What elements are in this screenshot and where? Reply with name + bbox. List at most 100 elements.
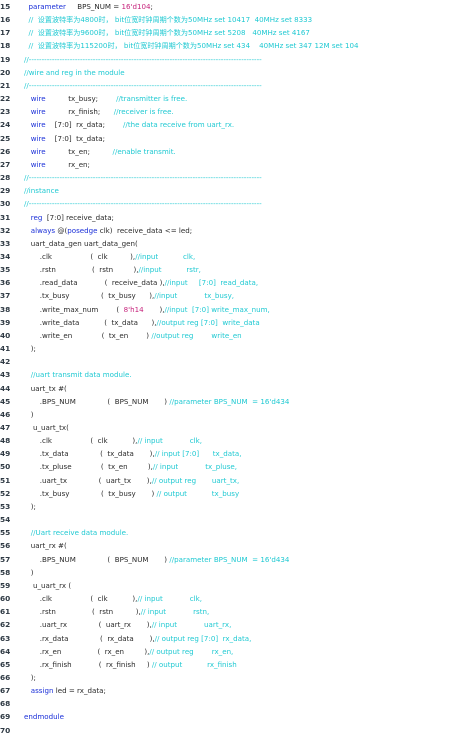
code-line[interactable]: 57 .BPS_NUM ( BPS_NUM ) //parameter BPS_… (0, 553, 453, 566)
code-text[interactable]: //Uart receive data module. (24, 526, 453, 539)
code-line[interactable]: 22 wire tx_busy; //transmitter is free. (0, 92, 453, 105)
code-text[interactable]: .write_en ( tx_en ) //output reg write_e… (24, 329, 453, 342)
code-line[interactable]: 25 wire [7:0] tx_data; (0, 132, 453, 145)
code-line[interactable]: 38 .write_max_num ( 8'h14 ),//input [7:0… (0, 303, 453, 316)
code-text[interactable]: uart_tx #( (24, 382, 453, 395)
code-line[interactable]: 59 u_uart_rx ( (0, 579, 453, 592)
code-text[interactable]: .rx_en ( rx_en ),// output reg rx_en, (24, 645, 453, 658)
code-text[interactable]: .write_max_num ( 8'h14 ),//input [7:0] w… (24, 303, 453, 316)
code-text[interactable]: wire [7:0] rx_data; //the data receive f… (24, 118, 453, 131)
code-text[interactable]: .uart_tx ( uart_tx ),// output reg uart_… (24, 474, 453, 487)
code-text[interactable]: .write_data ( tx_data ),//output reg [7:… (24, 316, 453, 329)
code-line[interactable]: 65 .rx_finish ( rx_finish ) // output rx… (0, 658, 453, 671)
code-line[interactable]: 31 reg [7:0] receive_data; (0, 211, 453, 224)
code-line[interactable]: 61 .rstn ( rstn ),// input rstn, (0, 605, 453, 618)
code-line[interactable]: 37 .tx_busy ( tx_busy ),//input tx_busy, (0, 289, 453, 302)
code-line[interactable]: 20 //wire and reg in the module (0, 66, 453, 79)
code-text[interactable]: .clk ( clk ),// input clk, (24, 434, 453, 447)
code-text[interactable]: wire rx_en; (24, 158, 453, 171)
code-line[interactable]: 17 // 设置波特率为9600时， bit位宽时钟周期个数为50MHz set… (0, 26, 453, 39)
code-line[interactable]: 39 .write_data ( tx_data ),//output reg … (0, 316, 453, 329)
code-line[interactable]: 46 ) (0, 408, 453, 421)
code-line[interactable]: 45 .BPS_NUM ( BPS_NUM ) //parameter BPS_… (0, 395, 453, 408)
code-text[interactable]: parameter BPS_NUM = 16'd104; (24, 0, 453, 13)
code-line[interactable]: 29 //instance (0, 184, 453, 197)
code-text[interactable]: wire tx_en; //enable transmit. (24, 145, 453, 158)
code-text[interactable]: // 设置波特率为4800时， bit位宽时钟周期个数为50MHz set 10… (24, 13, 453, 26)
code-line[interactable]: 26 wire tx_en; //enable transmit. (0, 145, 453, 158)
code-line[interactable]: 53 ); (0, 500, 453, 513)
code-line[interactable]: 19 //------------------------------------… (0, 53, 453, 66)
code-text[interactable]: // 设置波特率为115200时， bit位宽时钟周期个数为50MHz set … (24, 39, 453, 52)
code-text[interactable]: .rstn ( rstn ),//input rstr, (24, 263, 453, 276)
code-text[interactable]: .read_data ( receive_data ),//input [7:0… (24, 276, 453, 289)
code-line[interactable]: 15 parameter BPS_NUM = 16'd104; (0, 0, 453, 13)
code-text[interactable]: .rx_data ( rx_data ),// output reg [7:0]… (24, 632, 453, 645)
code-text[interactable]: .rstn ( rstn ),// input rstn, (24, 605, 453, 618)
code-line[interactable]: 66 ); (0, 671, 453, 684)
code-line[interactable]: 69 endmodule (0, 710, 453, 723)
code-text[interactable]: //wire and reg in the module (24, 66, 453, 79)
code-text[interactable]: ) (24, 566, 453, 579)
code-text[interactable]: //--------------------------------------… (24, 53, 453, 66)
code-editor[interactable]: 15 parameter BPS_NUM = 16'd104; 16 // 设置波… (0, 0, 453, 735)
code-text[interactable]: wire [7:0] tx_data; (24, 132, 453, 145)
code-text[interactable]: u_uart_rx ( (24, 579, 453, 592)
code-text[interactable]: ) (24, 408, 453, 421)
code-line[interactable]: 34 .clk ( clk ),//input clk, (0, 250, 453, 263)
code-text[interactable]: //uart transmit data module. (24, 368, 453, 381)
code-line[interactable]: 63 .rx_data ( rx_data ),// output reg [7… (0, 632, 453, 645)
code-line[interactable]: 21 //------------------------------------… (0, 79, 453, 92)
code-text[interactable]: wire tx_busy; //transmitter is free. (24, 92, 453, 105)
code-text[interactable]: ); (24, 500, 453, 513)
code-text[interactable]: assign led = rx_data; (24, 684, 453, 697)
code-line[interactable]: 27 wire rx_en; (0, 158, 453, 171)
code-text[interactable]: .BPS_NUM ( BPS_NUM ) //parameter BPS_NUM… (24, 553, 453, 566)
code-line[interactable]: 51 .uart_tx ( uart_tx ),// output reg ua… (0, 474, 453, 487)
code-text[interactable]: .tx_busy ( tx_busy ) // output tx_busy (24, 487, 453, 500)
code-text[interactable]: .tx_data ( tx_data ),// input [7:0] tx_d… (24, 447, 453, 460)
code-line[interactable]: 50 .tx_pluse ( tx_en ),// input tx_pluse… (0, 460, 453, 473)
code-text[interactable]: uart_rx #( (24, 539, 453, 552)
code-text[interactable]: .uart_rx ( uart_rx ),// input uart_rx, (24, 618, 453, 631)
code-text[interactable]: .tx_pluse ( tx_en ),// input tx_pluse, (24, 460, 453, 473)
code-line[interactable]: 44 uart_tx #( (0, 382, 453, 395)
code-text[interactable]: wire rx_finish; //receiver is free. (24, 105, 453, 118)
code-line[interactable]: 58 ) (0, 566, 453, 579)
code-line[interactable]: 47 u_uart_tx( (0, 421, 453, 434)
code-text[interactable]: .clk ( clk ),//input clk, (24, 250, 453, 263)
code-text[interactable]: //instance (24, 184, 453, 197)
code-line[interactable]: 32 always @(posedge clk) receive_data <=… (0, 224, 453, 237)
code-line[interactable]: 60 .clk ( clk ),// input clk, (0, 592, 453, 605)
code-line[interactable]: 23 wire rx_finish; //receiver is free. (0, 105, 453, 118)
code-line[interactable]: 43 //uart transmit data module. (0, 368, 453, 381)
code-line[interactable]: 48 .clk ( clk ),// input clk, (0, 434, 453, 447)
code-text[interactable]: // 设置波特率为9600时， bit位宽时钟周期个数为50MHz set 52… (24, 26, 453, 39)
code-text[interactable]: always @(posedge clk) receive_data <= le… (24, 224, 453, 237)
code-line[interactable]: 24 wire [7:0] rx_data; //the data receiv… (0, 118, 453, 131)
code-text[interactable]: .tx_busy ( tx_busy ),//input tx_busy, (24, 289, 453, 302)
code-line[interactable]: 35 .rstn ( rstn ),//input rstr, (0, 263, 453, 276)
code-text[interactable]: .rx_finish ( rx_finish ) // output rx_fi… (24, 658, 453, 671)
code-text[interactable]: .BPS_NUM ( BPS_NUM ) //parameter BPS_NUM… (24, 395, 453, 408)
code-line[interactable]: 36 .read_data ( receive_data ),//input [… (0, 276, 453, 289)
code-text[interactable]: //--------------------------------------… (24, 197, 453, 210)
code-line[interactable]: 16 // 设置波特率为4800时， bit位宽时钟周期个数为50MHz set… (0, 13, 453, 26)
code-line[interactable]: 33 uart_data_gen uart_data_gen( (0, 237, 453, 250)
code-line[interactable]: 42 (0, 355, 453, 368)
code-line[interactable]: 55 //Uart receive data module. (0, 526, 453, 539)
code-text[interactable]: ); (24, 671, 453, 684)
code-line[interactable]: 70 (0, 724, 453, 737)
code-text[interactable]: ); (24, 342, 453, 355)
code-line[interactable]: 68 (0, 697, 453, 710)
code-text[interactable]: reg [7:0] receive_data; (24, 211, 453, 224)
code-line[interactable]: 52 .tx_busy ( tx_busy ) // output tx_bus… (0, 487, 453, 500)
code-line[interactable]: 18 // 设置波特率为115200时， bit位宽时钟周期个数为50MHz s… (0, 39, 453, 52)
code-line[interactable]: 40 .write_en ( tx_en ) //output reg writ… (0, 329, 453, 342)
code-line[interactable]: 28 //------------------------------------… (0, 171, 453, 184)
code-line[interactable]: 64 .rx_en ( rx_en ),// output reg rx_en, (0, 645, 453, 658)
code-line[interactable]: 41 ); (0, 342, 453, 355)
code-line[interactable]: 54 (0, 513, 453, 526)
code-text[interactable]: uart_data_gen uart_data_gen( (24, 237, 453, 250)
code-text[interactable]: .clk ( clk ),// input clk, (24, 592, 453, 605)
